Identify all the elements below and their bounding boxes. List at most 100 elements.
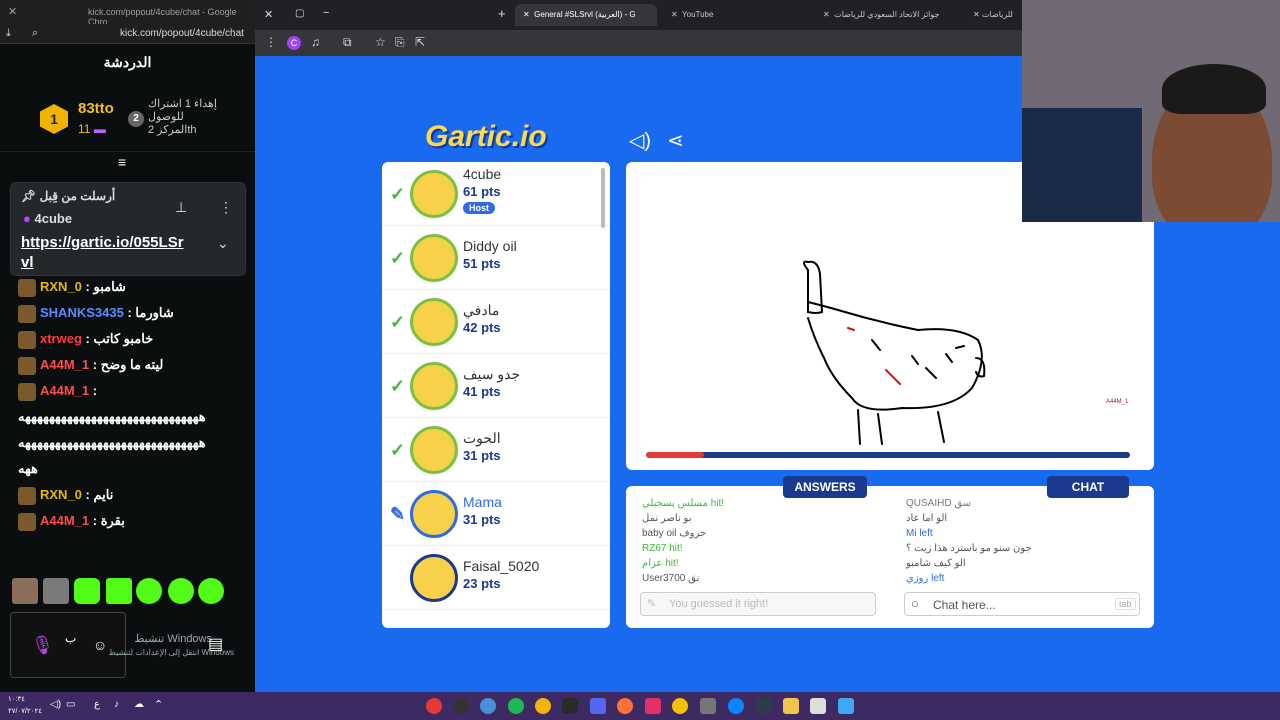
chat-separator: :: [81, 487, 94, 502]
player-avatar: [410, 234, 458, 282]
player-avatar: [410, 490, 458, 538]
answers-title[interactable]: ANSWERS: [783, 476, 867, 498]
taskbar-app-instagram-icon[interactable]: [645, 698, 661, 714]
share-icon[interactable]: ⎘: [395, 35, 405, 50]
tab-sports-label: للرياضات: [981, 10, 1013, 19]
chat-username[interactable]: A44M_1: [40, 357, 89, 372]
mic-icon[interactable]: ♪: [114, 699, 119, 710]
player-row[interactable]: ✓ 4cube 61 pts Host: [382, 162, 610, 226]
emote-4[interactable]: [106, 578, 132, 604]
player-row[interactable]: Faisal_5020 23 pts: [382, 546, 610, 610]
taskbar-app-terminal-icon[interactable]: [755, 698, 771, 714]
taskbar-app-firefox-icon[interactable]: [617, 698, 633, 714]
tab-youtube[interactable]: ✕ YouTube: [663, 4, 813, 26]
new-tab-icon[interactable]: +: [498, 6, 506, 21]
chat-username[interactable]: SHANKS3435: [40, 305, 124, 320]
profile-icon[interactable]: C: [287, 36, 301, 50]
close-icon[interactable]: ✕: [823, 10, 830, 19]
chat-username[interactable]: A44M_1: [40, 383, 89, 398]
taskbar-app-snapchat-icon[interactable]: [672, 698, 688, 714]
chat-username[interactable]: A44M_1: [40, 513, 89, 528]
pinned-label: أرسلت من قِبل: [39, 189, 116, 203]
pinned-link[interactable]: https://gartic.io/055LSr vl: [21, 233, 184, 273]
player-row[interactable]: ✓ Diddy oil 51 pts: [382, 226, 610, 290]
taskbar-app-record-icon[interactable]: [426, 698, 442, 714]
chat-title[interactable]: CHAT: [1047, 476, 1129, 498]
language-indicator[interactable]: ع: [94, 699, 100, 710]
close-icon[interactable]: ✕: [8, 5, 17, 18]
emote-5[interactable]: [136, 578, 162, 604]
close-icon[interactable]: ✕: [523, 10, 530, 19]
clock[interactable]: ١٠:٣٤ ٢٧/٠٧/٢٠٢٤: [8, 694, 42, 718]
player-row[interactable]: ✓ مادفي 42 pts: [382, 290, 610, 354]
chat-text: شاورما: [135, 305, 174, 320]
cloud-icon[interactable]: ☁: [134, 699, 144, 710]
taskbar-app-discord-icon[interactable]: [590, 698, 606, 714]
answer-input[interactable]: ✎ You guessed it right!: [640, 592, 876, 616]
taskbar-app-chrome-icon[interactable]: [535, 698, 551, 714]
close-icon[interactable]: ✕: [973, 10, 980, 19]
chat-username[interactable]: RXN_0: [40, 279, 82, 294]
pin-action-icon[interactable]: ⊥: [175, 199, 187, 216]
taskbar-app-misc-icon[interactable]: [700, 698, 716, 714]
taskbar-app-obs-icon[interactable]: [562, 698, 578, 714]
chat-input[interactable]: ○ Chat here... tab: [904, 592, 1140, 616]
chat-message: A44M_1 : ليته ما وضح: [18, 356, 163, 375]
pinned-link-line1[interactable]: https://gartic.io/055LSr: [21, 233, 184, 253]
emote-2[interactable]: [43, 578, 69, 604]
clock-time: ١٠:٣٤: [8, 696, 25, 703]
emote-3[interactable]: [74, 578, 100, 604]
players-scrollbar[interactable]: [601, 168, 605, 228]
chat-item: QUSAIHD سق: [906, 498, 972, 509]
taskbar-app-settings-icon[interactable]: [480, 698, 496, 714]
chevron-up-icon[interactable]: ⌃: [154, 698, 163, 711]
kick-addressbar: ⤓ ⌕ kick.com/popout/4cube/chat: [0, 24, 255, 44]
store-icon[interactable]: ▤: [208, 634, 223, 654]
chat-separator: :: [89, 357, 101, 372]
volume-icon[interactable]: ◁): [50, 699, 61, 710]
taskbar-app-spotify-icon[interactable]: [508, 698, 524, 714]
tab-sports[interactable]: ✕ للرياضات: [965, 4, 1022, 26]
chat-username[interactable]: xtrweg: [40, 331, 82, 346]
gartic-logo[interactable]: Gartic.io: [425, 120, 547, 154]
tab-gartic[interactable]: ✕ General #SLSrvl (العربية) - G: [515, 4, 657, 26]
collapse-icon[interactable]: ≡: [118, 154, 126, 170]
star-icon[interactable]: ☆: [375, 35, 386, 49]
more-options-icon[interactable]: ⋮: [219, 199, 233, 216]
minimize-icon[interactable]: −: [323, 7, 329, 19]
install-icon[interactable]: ⇱: [415, 35, 425, 49]
menu-icon[interactable]: ⋮: [265, 35, 277, 49]
player-row[interactable]: ✎ Mama 31 pts: [382, 482, 610, 546]
rank-1-name[interactable]: 83tto: [78, 100, 114, 117]
taskbar-app-edge-icon[interactable]: [728, 698, 744, 714]
search-icon[interactable]: ⌕: [32, 27, 38, 40]
extensions-icon[interactable]: ⧉: [343, 35, 352, 50]
close-icon[interactable]: ✕: [264, 8, 273, 21]
pinned-link-line2[interactable]: vl: [21, 253, 184, 273]
player-row[interactable]: ✓ جدو سيف 41 pts: [382, 354, 610, 418]
network-icon[interactable]: ▭: [66, 699, 75, 710]
sound-icon[interactable]: ◁): [629, 128, 651, 153]
maximize-icon[interactable]: ▢: [295, 8, 304, 19]
emote-6[interactable]: [168, 578, 194, 604]
windows-start-icon[interactable]: [838, 698, 854, 714]
taskbar-app-notepad-icon[interactable]: [810, 698, 826, 714]
close-icon[interactable]: ✕: [671, 10, 678, 19]
chat-input[interactable]: 🎙︎ ب ☺: [10, 612, 126, 678]
taskbar-app-explorer-icon[interactable]: [783, 698, 799, 714]
chat-username[interactable]: RXN_0: [40, 487, 82, 502]
player-row[interactable]: ✓ الحوت 31 pts: [382, 418, 610, 482]
taskbar-app-media-icon[interactable]: [453, 698, 469, 714]
share-icon[interactable]: ⋖: [667, 128, 684, 153]
tab-youtube-label: YouTube: [682, 10, 714, 19]
chevron-down-icon[interactable]: ⌄: [217, 235, 229, 252]
address-text[interactable]: kick.com/popout/4cube/chat: [120, 28, 244, 39]
emote-7[interactable]: [198, 578, 224, 604]
download-icon[interactable]: ⤓: [6, 27, 11, 40]
media-icon[interactable]: ♫: [311, 35, 320, 49]
tab-saudi[interactable]: ✕ جوائز الاتحاد السعودي للرياضات: [815, 4, 965, 26]
emote-1[interactable]: [12, 578, 38, 604]
mic-icon[interactable]: 🎙︎: [31, 635, 54, 656]
pinned-author[interactable]: 4cube: [34, 211, 72, 226]
timer-track: [646, 452, 1130, 458]
